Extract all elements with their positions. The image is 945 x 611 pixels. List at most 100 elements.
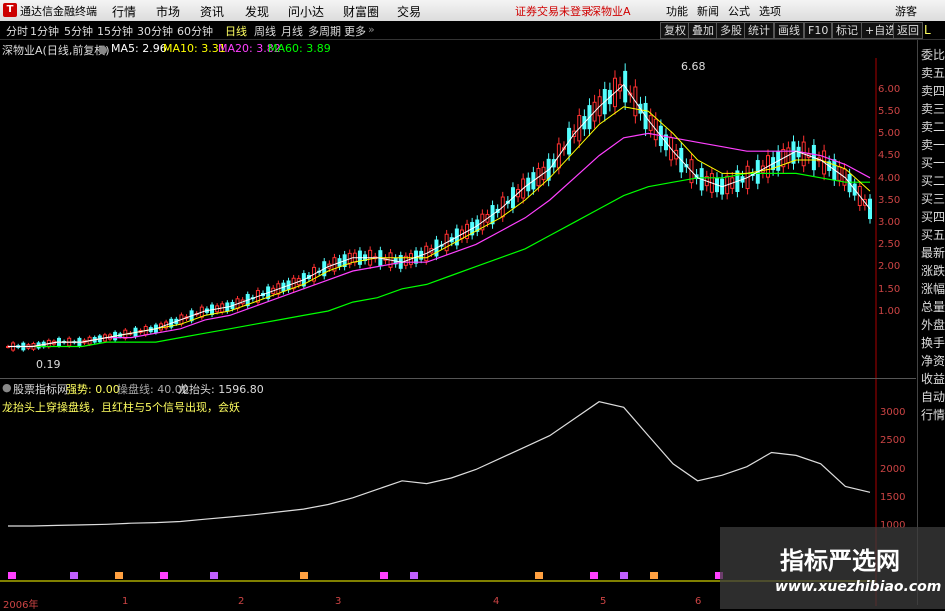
tf-30min[interactable]: 30分钟: [137, 23, 173, 39]
watermark-cn: 指标严选网: [780, 547, 900, 575]
watermark: 指标严选网 www.xuezhibiao.com: [720, 527, 945, 609]
side-item[interactable]: 买四: [920, 208, 945, 225]
signal-marker: [8, 572, 16, 579]
side-item[interactable]: 净资: [920, 352, 945, 369]
menu-discover[interactable]: 发现: [245, 3, 269, 20]
y-tick: 4.50: [878, 150, 901, 161]
tf-monthly[interactable]: 月线: [281, 23, 303, 39]
back-button[interactable]: 返回: [893, 22, 923, 39]
side-item[interactable]: 外盘: [920, 316, 945, 333]
side-item[interactable]: 买二: [920, 172, 945, 189]
title-bar: T 通达信金融终端 行情 市场 资讯 发现 问小达 财富圈 交易 证券交易未登录…: [0, 0, 945, 22]
ma20-series: [8, 132, 871, 348]
side-item[interactable]: 买五: [920, 226, 945, 243]
side-item[interactable]: 换手: [920, 334, 945, 351]
watermark-url: www.xuezhibiao.com: [775, 579, 942, 595]
side-item[interactable]: 最新: [920, 244, 945, 261]
tf-5min[interactable]: 5分钟: [64, 23, 93, 39]
signal-marker: [410, 572, 418, 579]
draw-line-button[interactable]: 画线: [774, 22, 804, 39]
y-tick: 1.00: [878, 306, 901, 317]
signal-marker: [535, 572, 543, 579]
side-item[interactable]: 涨跌: [920, 262, 945, 279]
stats-button[interactable]: 统计: [744, 22, 774, 39]
menu-options[interactable]: 选项: [759, 3, 781, 19]
y-tick: 5.00: [878, 128, 901, 139]
side-item[interactable]: 卖三: [920, 100, 945, 117]
auto-button[interactable]: 自动: [920, 388, 945, 405]
app-title: 通达信金融终端: [20, 5, 97, 18]
x-date: 4: [493, 596, 500, 607]
tf-1min[interactable]: 1分钟: [30, 23, 59, 39]
side-item[interactable]: 收益: [920, 370, 945, 387]
main-chart-panel[interactable]: 深物业A(日线,前复权) ● MA5: 2.96 MA10: 3.31 MA20…: [0, 40, 916, 378]
signal-marker: [210, 572, 218, 579]
x-date: 2: [238, 596, 245, 607]
candlestick-chart[interactable]: [0, 40, 916, 378]
menu-formula[interactable]: 公式: [728, 3, 750, 19]
high-price-label: 6.68: [681, 60, 706, 73]
multi-stock-button[interactable]: 多股: [716, 22, 746, 39]
tf-15min[interactable]: 15分钟: [97, 23, 133, 39]
tf-multi[interactable]: 多周期: [308, 23, 341, 39]
menu-wealth[interactable]: 财富圈: [343, 3, 379, 20]
signal-marker: [590, 572, 598, 579]
indicator-series: [8, 401, 871, 527]
y-tick: 4.00: [878, 173, 901, 184]
x-date: 1: [122, 596, 129, 607]
tf-daily[interactable]: 日线: [225, 23, 247, 39]
y-tick: 3.00: [878, 217, 901, 228]
timeframe-bar: 分时 1分钟 5分钟 15分钟 30分钟 60分钟 日线 周线 月线 多周期 更…: [0, 21, 945, 40]
menu-trade[interactable]: 交易: [397, 3, 421, 20]
indicator-y-tick: 2500: [880, 435, 906, 446]
ma5-series: [8, 83, 871, 347]
l2-icon[interactable]: L: [924, 23, 931, 37]
side-item[interactable]: 卖五: [920, 64, 945, 81]
tf-intraday[interactable]: 分时: [6, 23, 28, 39]
side-item[interactable]: 买三: [920, 190, 945, 207]
indicator-y-tick: 2000: [880, 464, 906, 475]
ma60-series: [8, 172, 870, 348]
guest-label[interactable]: 游客: [895, 3, 917, 19]
y-tick: 2.50: [878, 239, 901, 250]
overlay-button[interactable]: 叠加: [688, 22, 718, 39]
side-item[interactable]: 委比: [920, 46, 945, 63]
menu-news[interactable]: 资讯: [200, 3, 224, 20]
tf-60min[interactable]: 60分钟: [177, 23, 213, 39]
x-date: 3: [335, 596, 342, 607]
signal-marker: [620, 572, 628, 579]
more-arrow-icon[interactable]: »: [368, 23, 375, 36]
menu-market[interactable]: 市场: [156, 3, 180, 20]
adjust-button[interactable]: 复权: [660, 22, 690, 39]
signal-marker: [300, 572, 308, 579]
y-tick: 5.50: [878, 106, 901, 117]
y-tick: 2.00: [878, 261, 901, 272]
side-item[interactable]: 总量: [920, 298, 945, 315]
side-item[interactable]: 卖一: [920, 136, 945, 153]
y-tick: 6.00: [878, 84, 901, 95]
signal-marker: [160, 572, 168, 579]
quotes-button[interactable]: 行情: [920, 406, 945, 423]
login-notice[interactable]: 证券交易未登录: [515, 3, 592, 19]
menu-market-quotes[interactable]: 行情: [112, 3, 136, 20]
tf-weekly[interactable]: 周线: [254, 23, 276, 39]
signal-marker: [115, 572, 123, 579]
indicator-y-tick: 1500: [880, 492, 906, 503]
f10-button[interactable]: F10: [804, 22, 833, 39]
low-price-label: 0.19: [36, 358, 61, 371]
y-tick: 3.50: [878, 195, 901, 206]
side-item[interactable]: 卖四: [920, 82, 945, 99]
mark-button[interactable]: 标记: [832, 22, 862, 39]
side-item[interactable]: 涨幅: [920, 280, 945, 297]
ma10-series: [8, 106, 871, 347]
x-date: 6: [695, 596, 702, 607]
menu-ask[interactable]: 问小达: [288, 3, 324, 20]
menu-news-right[interactable]: 新闻: [697, 3, 719, 19]
signal-marker: [650, 572, 658, 579]
side-item[interactable]: 买一: [920, 154, 945, 171]
tf-more[interactable]: 更多: [344, 23, 366, 39]
indicator-y-tick: 3000: [880, 407, 906, 418]
side-item[interactable]: 卖二: [920, 118, 945, 135]
menu-function[interactable]: 功能: [666, 3, 688, 19]
y-tick: 1.50: [878, 284, 901, 295]
